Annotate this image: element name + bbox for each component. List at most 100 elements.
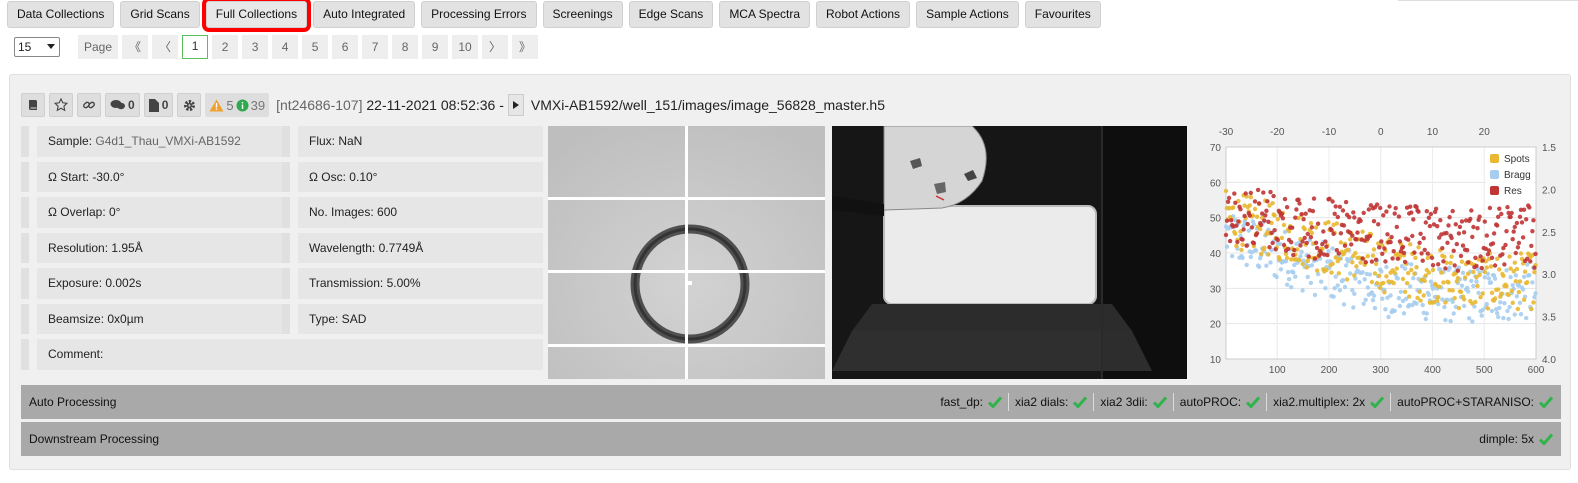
proc-dimple[interactable]: dimple: 5x xyxy=(1479,432,1553,446)
param-comment[interactable]: Comment: xyxy=(21,339,543,370)
check-icon xyxy=(1246,396,1261,408)
data-point-bragg xyxy=(1423,316,1428,322)
data-point-res xyxy=(1254,231,1260,236)
data-point-res xyxy=(1530,229,1535,234)
tab-auto-integrated[interactable]: Auto Integrated xyxy=(313,1,416,28)
data-point-bragg xyxy=(1409,262,1414,267)
data-point-spots xyxy=(1461,297,1467,302)
data-point-bragg xyxy=(1492,276,1498,281)
last-page-button[interactable]: 》 xyxy=(512,35,539,59)
auto-processing-row[interactable]: Auto Processing fast_dp: xia2 dials: xia… xyxy=(21,385,1561,419)
data-point-res xyxy=(1342,243,1348,248)
data-point-bragg xyxy=(1507,304,1512,310)
data-point-bragg xyxy=(1362,277,1367,282)
data-point-spots xyxy=(1436,295,1441,300)
page-6-button[interactable]: 6 xyxy=(332,35,359,59)
page-7-button[interactable]: 7 xyxy=(362,35,389,59)
crystal-snapshot[interactable] xyxy=(832,126,1187,379)
proc-autoproc-staraniso[interactable]: autoPROC+STARANISO: xyxy=(1397,395,1553,409)
data-point-res xyxy=(1373,257,1379,262)
page-10-button[interactable]: 10 xyxy=(452,35,479,59)
page-3-button[interactable]: 3 xyxy=(242,35,269,59)
data-point-spots xyxy=(1522,269,1528,274)
tab-full-collections[interactable]: Full Collections xyxy=(201,0,312,32)
data-point-res xyxy=(1422,247,1427,253)
data-point-res xyxy=(1241,227,1246,232)
data-point-bragg xyxy=(1411,276,1416,281)
per-page-select[interactable]: 15 xyxy=(14,37,60,57)
data-point-spots xyxy=(1480,291,1485,296)
page-5-button[interactable]: 5 xyxy=(302,35,329,59)
data-point-res xyxy=(1478,254,1483,259)
tab-processing-errors[interactable]: Processing Errors xyxy=(421,1,537,28)
data-point-res xyxy=(1271,193,1276,199)
favourite-button[interactable] xyxy=(49,93,73,117)
data-point-res xyxy=(1388,239,1393,245)
data-point-res xyxy=(1236,219,1241,224)
tab-edge-scans[interactable]: Edge Scans xyxy=(628,1,714,28)
dozor-plot[interactable]: 70 60 50 40 30 20 10 1.5 2.0 2.5 3.0 3.5 4.0 100 200 30… xyxy=(1190,121,1566,383)
tab-favourites[interactable]: Favourites xyxy=(1024,1,1101,28)
data-point-res xyxy=(1455,268,1461,273)
comments-button[interactable]: 0 xyxy=(105,93,140,117)
next-page-button[interactable]: 〉 xyxy=(482,35,509,59)
data-point-bragg xyxy=(1498,300,1503,305)
page-1-button[interactable]: 1 xyxy=(182,35,209,59)
data-point-res xyxy=(1281,242,1287,248)
pagination: 15 Page 《 〈 1 2 3 4 5 6 7 8 9 10 〉 》 xyxy=(14,35,539,59)
tab-screenings[interactable]: Screenings xyxy=(542,1,623,28)
data-point-res xyxy=(1480,258,1485,263)
first-page-button[interactable]: 《 xyxy=(122,35,149,59)
data-point-res xyxy=(1297,201,1302,206)
proc-xia2-3dii[interactable]: xia2 3dii: xyxy=(1100,395,1167,409)
data-point-res xyxy=(1511,229,1516,234)
tab-grid-scans[interactable]: Grid Scans xyxy=(120,1,200,28)
tab-mca-spectra[interactable]: MCA Spectra xyxy=(719,1,811,28)
data-point-res xyxy=(1290,225,1295,230)
data-point-bragg xyxy=(1395,276,1400,281)
data-point-spots xyxy=(1345,247,1351,252)
data-point-res xyxy=(1424,209,1429,214)
attachments-button[interactable]: 0 xyxy=(143,93,174,117)
data-point-spots xyxy=(1281,222,1287,228)
data-point-spots xyxy=(1518,251,1524,256)
data-point-res xyxy=(1280,216,1286,221)
downstream-processing-row[interactable]: Downstream Processing dimple: 5x xyxy=(21,422,1561,456)
data-point-bragg xyxy=(1479,313,1484,318)
tab-sample-actions[interactable]: Sample Actions xyxy=(916,1,1019,28)
link-button[interactable] xyxy=(77,93,101,117)
page-8-button[interactable]: 8 xyxy=(392,35,419,59)
data-point-bragg xyxy=(1370,298,1376,303)
data-point-res xyxy=(1495,223,1500,228)
data-point-spots xyxy=(1408,242,1413,247)
prev-page-button[interactable]: 〈 xyxy=(152,35,179,59)
data-point-res xyxy=(1242,213,1247,219)
data-point-bragg xyxy=(1340,278,1346,283)
sample-link[interactable]: G4d1_Thau_VMXi-AB1592 xyxy=(95,134,240,148)
data-point-res xyxy=(1465,248,1470,253)
data-point-spots xyxy=(1421,293,1426,298)
data-point-spots xyxy=(1499,291,1504,296)
logbook-button[interactable] xyxy=(21,93,45,117)
page-2-button[interactable]: 2 xyxy=(212,35,239,59)
data-point-spots xyxy=(1354,264,1359,269)
proc-fast-dp[interactable]: fast_dp: xyxy=(940,395,1003,409)
data-point-res xyxy=(1451,248,1456,253)
diffraction-image[interactable] xyxy=(548,126,825,379)
settings-button[interactable] xyxy=(177,93,202,117)
data-point-res xyxy=(1245,221,1250,227)
collection-datetime: 22-11-2021 08:52:36 - xyxy=(366,97,504,113)
messages-badge[interactable]: 5 39 xyxy=(205,93,270,117)
tab-data-collections[interactable]: Data Collections xyxy=(7,1,115,28)
data-point-spots xyxy=(1233,231,1238,236)
data-point-res xyxy=(1247,213,1252,218)
proc-xia2-multiplex[interactable]: xia2.multiplex: 2x xyxy=(1273,395,1385,409)
tab-robot-actions[interactable]: Robot Actions xyxy=(816,1,911,28)
data-point-spots xyxy=(1302,227,1307,232)
proc-xia2-dials[interactable]: xia2 dials: xyxy=(1015,395,1088,409)
expand-path-button[interactable] xyxy=(507,94,524,116)
page-9-button[interactable]: 9 xyxy=(422,35,449,59)
data-point-bragg xyxy=(1341,302,1347,307)
page-4-button[interactable]: 4 xyxy=(272,35,299,59)
proc-autoproc[interactable]: autoPROC: xyxy=(1180,395,1261,409)
